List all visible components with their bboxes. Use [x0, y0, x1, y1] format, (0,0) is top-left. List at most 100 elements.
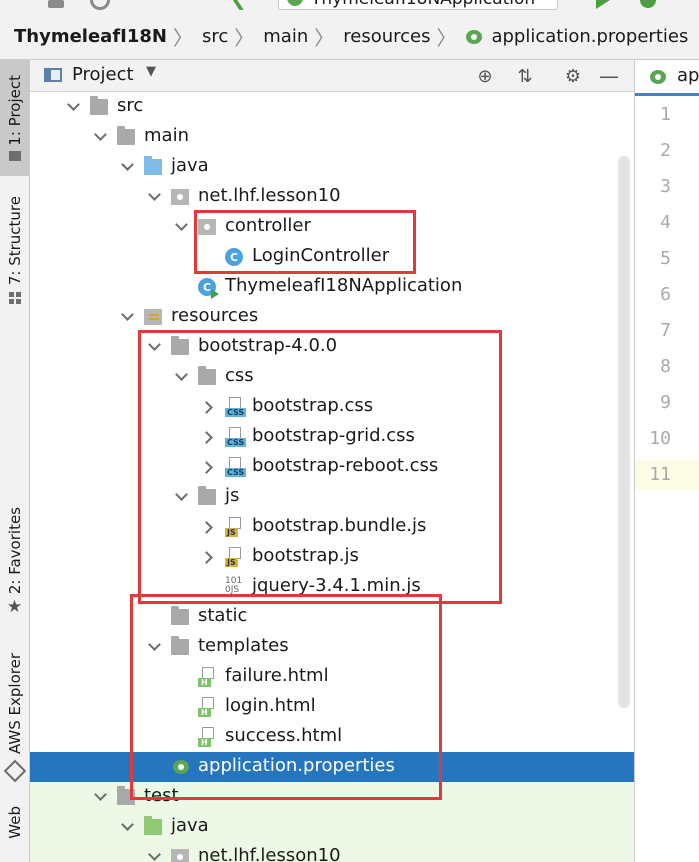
tree-row[interactable]: templates	[30, 632, 634, 662]
breadcrumb-item[interactable]: src 〉	[202, 22, 263, 51]
tree-row[interactable]: net.lhf.lesson10	[30, 842, 634, 862]
chevron-down-icon[interactable]	[174, 370, 188, 384]
tree-item-label: controller	[225, 215, 311, 236]
tree-row[interactable]: net.lhf.lesson10	[30, 182, 634, 212]
tool-tab-web[interactable]: Web	[0, 806, 29, 862]
tree-row[interactable]: src	[30, 92, 634, 122]
spring-boot-app-icon: C	[198, 278, 219, 299]
line-number: 4	[635, 208, 671, 238]
chevron-down-icon[interactable]	[174, 490, 188, 504]
debug-icon[interactable]	[640, 0, 656, 8]
tree-row[interactable]: js	[30, 482, 634, 512]
star-icon: ★	[6, 596, 23, 617]
back-arrow-icon[interactable]: ❮	[230, 0, 247, 8]
java-class-icon: C	[225, 248, 243, 266]
chevron-down-icon[interactable]	[120, 310, 134, 324]
tree-row[interactable]: application.properties	[30, 752, 634, 782]
folder-icon	[198, 366, 216, 385]
tree-row[interactable]: main	[30, 122, 634, 152]
tree-vertical-scrollbar[interactable]	[618, 156, 630, 708]
tree-row[interactable]: test	[30, 782, 634, 812]
file-type-badge: H	[198, 738, 211, 747]
css-file-icon: CSS	[225, 397, 247, 417]
line-number-text: 8	[660, 356, 671, 377]
html-file-icon: H	[198, 667, 218, 687]
folder-icon	[198, 486, 216, 505]
tree-item-label: net.lhf.lesson10	[198, 845, 341, 862]
tool-tab-structure[interactable]: 7: Structure	[0, 190, 29, 310]
collapse-all-icon[interactable]: ⇅	[514, 65, 536, 87]
tree-item-label: success.html	[225, 725, 343, 746]
chevron-down-icon[interactable]	[174, 220, 188, 234]
editor-tab-strip: application.properties	[635, 60, 699, 96]
tree-row[interactable]: controller	[30, 212, 634, 242]
editor-area: application.properties 1 2 3 4 5 6 7 8 9 10 11	[634, 60, 699, 862]
tree-row[interactable]: C ThymeleafI18NApplication	[30, 272, 634, 302]
chevron-down-icon[interactable]	[120, 160, 134, 174]
line-number-text: 11	[649, 464, 671, 485]
tree-row[interactable]: Hlogin.html	[30, 692, 634, 722]
tree-row[interactable]: 101 0JS jquery-3.4.1.min.js	[30, 572, 634, 602]
tree-row[interactable]: CSS bootstrap.css	[30, 392, 634, 422]
tree-row[interactable]: CSS bootstrap-grid.css	[30, 422, 634, 452]
tree-row[interactable]: java	[30, 152, 634, 182]
tree-row[interactable]: resources	[30, 302, 634, 332]
tree-row[interactable]: java	[30, 812, 634, 842]
tool-tab-favorites[interactable]: 2: Favorites ★	[0, 500, 29, 624]
chevron-down-icon[interactable]	[147, 190, 161, 204]
view-dropdown-icon[interactable]: ▼	[146, 64, 156, 79]
tool-tab-aws-explorer[interactable]: AWS Explorer	[0, 648, 29, 784]
locate-file-icon[interactable]: ⊕	[474, 65, 496, 87]
tree-item-label: src	[117, 95, 144, 116]
minified-js-icon: 101 0JS	[225, 576, 243, 595]
chevron-down-icon[interactable]	[93, 790, 107, 804]
breadcrumb-item[interactable]: ThymeleafI18N 〉	[14, 22, 202, 51]
chevron-down-icon[interactable]	[120, 820, 134, 834]
chevron-right-icon[interactable]	[201, 430, 215, 444]
editor-tab-application-properties[interactable]: application.properties	[635, 60, 699, 96]
test-folder-icon	[144, 816, 162, 835]
chevron-right-icon[interactable]	[201, 400, 215, 414]
chevron-down-icon[interactable]	[147, 640, 161, 654]
breadcrumb-item[interactable]: application.properties	[465, 26, 688, 47]
tree-item-label: static	[198, 605, 248, 626]
chevron-right-icon[interactable]	[201, 520, 215, 534]
tool-tab-project[interactable]: 1: Project	[0, 60, 29, 176]
tree-row[interactable]: JS bootstrap.bundle.js	[30, 512, 634, 542]
tree-item-label: bootstrap.bundle.js	[252, 515, 427, 536]
settings-gear-icon[interactable]: ⚙	[562, 65, 584, 87]
tree-row[interactable]: CSS bootstrap-reboot.css	[30, 452, 634, 482]
tree-row[interactable]: C LoginController	[30, 242, 634, 272]
package-icon	[171, 849, 189, 862]
sync-icon[interactable]	[90, 0, 110, 10]
chevron-down-icon[interactable]	[147, 340, 161, 354]
project-panel-title[interactable]: Project	[72, 64, 134, 85]
hide-panel-icon[interactable]: —	[598, 64, 620, 88]
tree-item-label: LoginController	[252, 245, 390, 266]
tree-row[interactable]: Hsuccess.html	[30, 722, 634, 752]
folder-icon	[8, 151, 21, 162]
editor-tab-label: application.properties	[677, 65, 699, 86]
tree-row[interactable]: static	[30, 602, 634, 632]
tree-row[interactable]: bootstrap-4.0.0	[30, 332, 634, 362]
line-number: 11	[635, 460, 699, 490]
tool-tab-aws-explorer-label: AWS Explorer	[5, 653, 24, 755]
chevron-down-icon[interactable]	[147, 850, 161, 862]
run-icon[interactable]	[596, 0, 610, 9]
run-configuration-selector[interactable]: ThymeleafI18NApplication	[278, 0, 558, 10]
breadcrumb-item[interactable]: main 〉	[263, 22, 343, 51]
chevron-right-icon[interactable]	[201, 460, 215, 474]
tree-item-label: bootstrap.css	[252, 395, 374, 416]
chevron-down-icon[interactable]	[66, 100, 80, 114]
save-icon[interactable]	[48, 0, 64, 8]
tree-row[interactable]: css	[30, 362, 634, 392]
tree-row[interactable]: JS bootstrap.js	[30, 542, 634, 572]
tree-row[interactable]: Hfailure.html	[30, 662, 634, 692]
chevron-down-icon[interactable]	[93, 130, 107, 144]
line-number-text: 3	[660, 176, 671, 197]
chevron-right-icon[interactable]	[201, 550, 215, 564]
breadcrumb-item[interactable]: resources 〉	[343, 22, 465, 51]
folder-icon	[171, 606, 189, 625]
left-tool-strip: 1: Project 7: Structure 2: Favorites ★ A…	[0, 60, 30, 862]
file-type-badge: CSS	[225, 438, 247, 447]
